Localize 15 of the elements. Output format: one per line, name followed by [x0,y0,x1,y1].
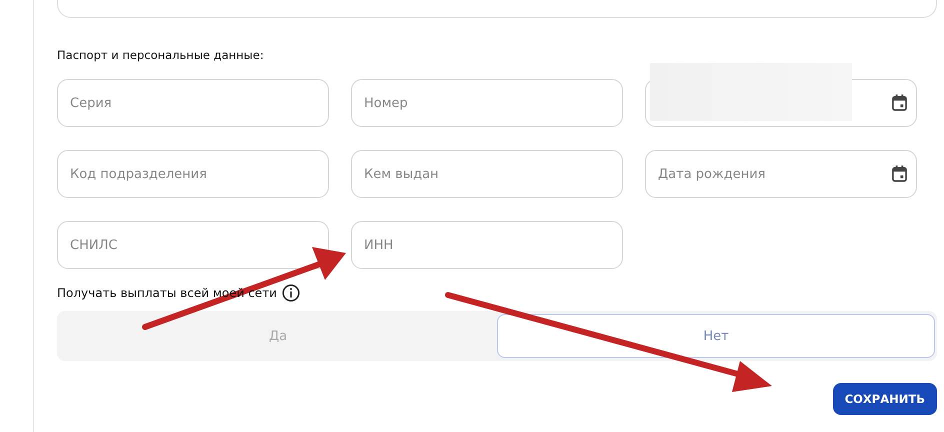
info-icon[interactable] [282,284,300,302]
input-field[interactable]: СНИЛС [57,221,329,269]
calendar-icon[interactable] [892,94,907,111]
input-field[interactable]: Код подразделения [57,150,329,198]
input-field[interactable] [57,0,937,18]
save-button[interactable]: СОХРАНИТЬ [832,383,937,415]
section-title: Паспорт и персональные данные: [57,48,265,64]
input-field[interactable]: Серия [57,79,329,127]
option-button[interactable]: Нет [497,314,935,358]
calendar-icon[interactable] [892,165,907,182]
input-field[interactable]: ИНН [351,221,623,269]
input-field[interactable]: Кем выдан [351,150,623,198]
option-button[interactable]: Да [59,314,497,358]
input-field[interactable]: Номер [351,79,623,127]
input-field[interactable]: Дата рождения [645,150,917,198]
